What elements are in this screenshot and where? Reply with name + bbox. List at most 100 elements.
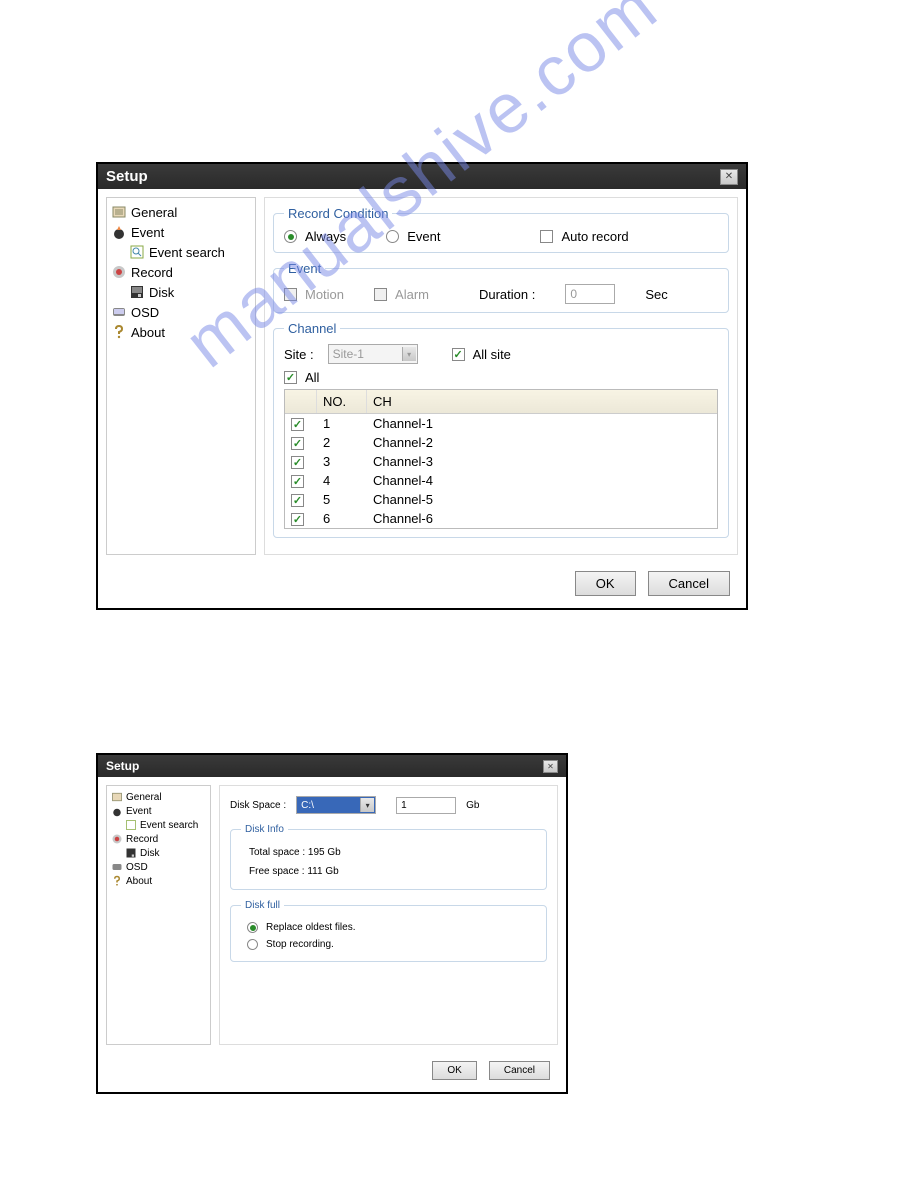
sidebar-item-record[interactable]: Record [109,262,253,282]
dialog-footer: OK Cancel [98,563,746,608]
checkbox-label: All [305,370,319,385]
cancel-button[interactable]: Cancel [648,571,730,596]
drive-select[interactable]: C:\ ▾ [296,796,376,814]
properties-icon [111,204,127,220]
radio-icon [247,939,258,950]
titlebar[interactable]: Setup ✕ [98,755,566,777]
sidebar-item-osd[interactable]: OSD [109,302,253,322]
group-legend: Disk Info [241,824,288,835]
cell-no: 2 [317,433,367,452]
table-row[interactable]: ✓2Channel-2 [285,433,717,452]
radio-replace-oldest[interactable]: Replace oldest files. [241,919,536,936]
event-icon [111,224,127,240]
ok-button[interactable]: OK [432,1061,476,1080]
sidebar-item-disk[interactable]: Disk [109,846,208,860]
duration-input: 0 [565,284,615,304]
dialog-body: General Event Event search Record Disk O… [98,189,746,563]
sidebar-item-label: OSD [126,862,148,873]
checkbox-icon[interactable]: ✓ [291,513,304,526]
site-value: Site-1 [333,347,364,361]
sidebar-item-about[interactable]: About [109,322,253,342]
sidebar-item-osd[interactable]: OSD [109,860,208,874]
checkbox-icon[interactable]: ✓ [291,456,304,469]
radio-always[interactable]: Always [284,229,346,244]
help-icon [111,324,127,340]
radio-icon [247,922,258,933]
checkbox-icon[interactable]: ✓ [291,437,304,450]
radio-stop-recording[interactable]: Stop recording. [241,936,536,953]
cell-channel: Channel-3 [367,452,717,471]
close-icon: ✕ [725,171,733,182]
record-icon [111,264,127,280]
ok-button[interactable]: OK [575,571,636,596]
table-row[interactable]: ✓5Channel-5 [285,490,717,509]
checkbox-motion: Motion [284,287,344,302]
sidebar-item-label: General [131,205,177,220]
radio-label: Stop recording. [266,939,334,950]
sidebar-item-label: About [131,325,165,340]
sidebar-item-general[interactable]: General [109,202,253,222]
table-row[interactable]: ✓6Channel-6 [285,509,717,528]
setup-dialog-record: Setup ✕ General Event Event search Recor… [96,162,748,610]
sidebar-item-event[interactable]: Event [109,804,208,818]
help-icon [111,875,123,887]
sidebar-item-label: OSD [131,305,159,320]
radio-label: Replace oldest files. [266,922,356,933]
titlebar[interactable]: Setup ✕ [98,164,746,189]
channel-group: Channel Site : Site-1 ▾ ✓ All site ✓ All [273,321,729,538]
table-row[interactable]: ✓4Channel-4 [285,471,717,490]
checkbox-all-site[interactable]: ✓ All site [452,347,511,362]
osd-icon [111,861,123,873]
record-icon [111,833,123,845]
properties-icon [111,791,123,803]
sidebar-item-event[interactable]: Event [109,222,253,242]
close-button[interactable]: ✕ [720,169,738,185]
free-space: Free space : 111 Gb [241,862,536,881]
sidebar-item-label: Record [131,265,173,280]
drive-value: C:\ [301,800,314,811]
sidebar-item-event-search[interactable]: Event search [109,818,208,832]
checkbox-icon: ✓ [452,348,465,361]
sec-label: Sec [645,287,667,302]
col-no-header[interactable]: NO. [317,390,367,413]
sidebar-item-label: Event search [149,245,225,260]
group-legend: Event [284,261,325,276]
channel-table: NO. CH ✓1Channel-1✓2Channel-2✓3Channel-3… [284,389,718,529]
chevron-down-icon: ▾ [360,798,374,812]
radio-event[interactable]: Event [386,229,440,244]
table-body[interactable]: ✓1Channel-1✓2Channel-2✓3Channel-3✓4Chann… [285,414,717,528]
checkbox-icon[interactable]: ✓ [291,475,304,488]
table-row[interactable]: ✓3Channel-3 [285,452,717,471]
chevron-down-icon: ▾ [402,347,416,361]
cell-channel: Channel-1 [367,414,717,433]
sidebar-item-disk[interactable]: Disk [109,282,253,302]
sidebar-item-record[interactable]: Record [109,832,208,846]
checkbox-auto-record[interactable]: Auto record [540,229,628,244]
site-label: Site : [284,347,314,362]
disk-icon [125,847,137,859]
col-ch-header[interactable]: CH [367,390,717,413]
sidebar-item-event-search[interactable]: Event search [109,242,253,262]
sidebar-item-about[interactable]: About [109,874,208,888]
search-icon [129,244,145,260]
checkbox-icon [284,288,297,301]
window-title: Setup [106,168,148,185]
sidebar-item-general[interactable]: General [109,790,208,804]
checkbox-icon[interactable]: ✓ [291,418,304,431]
sidebar-item-label: Disk [140,848,159,859]
checkbox-all[interactable]: ✓ All [284,370,718,385]
table-row[interactable]: ✓1Channel-1 [285,414,717,433]
checkbox-icon: ✓ [284,371,297,384]
cell-no: 4 [317,471,367,490]
checkbox-label: Alarm [395,287,429,302]
duration-label: Duration : [479,287,535,302]
checkbox-icon[interactable]: ✓ [291,494,304,507]
disk-size-input[interactable]: 1 [396,797,456,814]
table-header: NO. CH [285,390,717,414]
cancel-button[interactable]: Cancel [489,1061,550,1080]
sidebar-tree: General Event Event search Record Disk O… [106,197,256,555]
checkbox-alarm: Alarm [374,287,429,302]
cell-channel: Channel-6 [367,509,717,528]
event-group: Event Motion Alarm Duration : 0 Sec [273,261,729,313]
close-button[interactable]: ✕ [543,760,558,773]
